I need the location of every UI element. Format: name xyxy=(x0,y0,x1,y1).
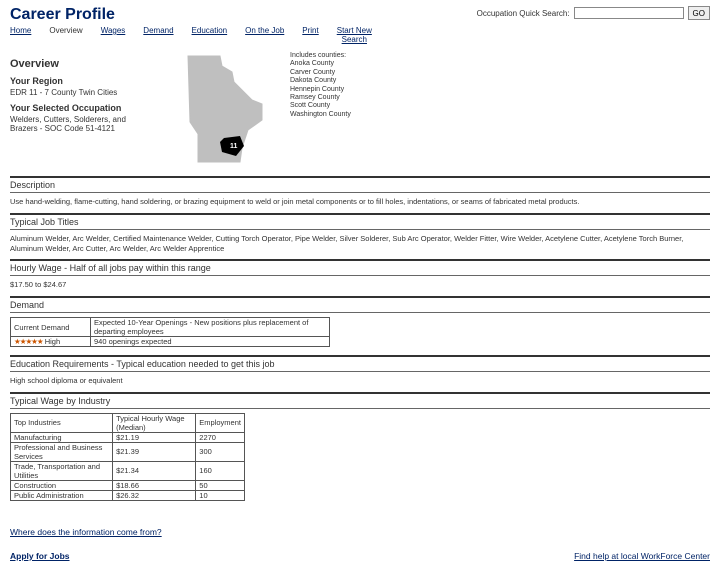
col-header: Typical Hourly Wage (Median) xyxy=(113,413,196,432)
overview-heading: Overview xyxy=(10,58,150,70)
col-header: Employment xyxy=(196,413,245,432)
county-item: Washington County xyxy=(290,111,351,119)
county-list: Includes counties: Anoka County Carver C… xyxy=(290,52,351,172)
wage-industry-heading: Typical Wage by Industry xyxy=(10,396,710,406)
demand-value: Expected 10-Year Openings - New position… xyxy=(91,318,330,337)
region-value: EDR 11 - 7 County Twin Cities xyxy=(10,88,150,97)
nav-on-the-job[interactable]: On the Job xyxy=(245,26,284,44)
demand-heading: Demand xyxy=(10,300,710,310)
description-text: Use hand-welding, flame-cutting, hand so… xyxy=(10,197,710,207)
county-item: Ramsey County xyxy=(290,94,351,102)
nav-demand[interactable]: Demand xyxy=(143,26,173,44)
table-row: Professional and Business Services$21.39… xyxy=(11,442,245,461)
find-help-link[interactable]: Find help at local WorkForce Center xyxy=(574,551,710,561)
hourly-wage-heading: Hourly Wage - Half of all jobs pay withi… xyxy=(10,263,710,273)
table-row: ★★★★★ High 940 openings expected xyxy=(11,337,330,347)
demand-openings: 940 openings expected xyxy=(91,337,330,347)
table-row: Current Demand Expected 10-Year Openings… xyxy=(11,318,330,337)
nav-start-new[interactable]: Start New Search xyxy=(337,26,372,44)
occupation-value: Welders, Cutters, Solderers, and Brazers… xyxy=(10,115,150,133)
state-map: 11 xyxy=(170,52,270,172)
region-label: Your Region xyxy=(10,76,150,86)
description-heading: Description xyxy=(10,180,710,190)
quick-search-input[interactable] xyxy=(574,7,684,19)
go-button[interactable]: GO xyxy=(688,6,710,20)
nav-education[interactable]: Education xyxy=(192,26,228,44)
demand-table: Current Demand Expected 10-Year Openings… xyxy=(10,317,330,347)
quick-search-label: Occupation Quick Search: xyxy=(477,9,570,18)
county-header: Includes counties: xyxy=(290,52,351,60)
table-row: Construction$18.6650 xyxy=(11,480,245,490)
page-title: Career Profile xyxy=(10,6,372,24)
table-header-row: Top Industries Typical Hourly Wage (Medi… xyxy=(11,413,245,432)
hourly-wage-text: $17.50 to $24.67 xyxy=(10,280,710,290)
titles-heading: Typical Job Titles xyxy=(10,217,710,227)
county-item: Anoka County xyxy=(290,60,351,68)
education-text: High school diploma or equivalent xyxy=(10,376,710,386)
main-nav: Home Overview Wages Demand Education On … xyxy=(10,26,372,44)
nav-print[interactable]: Print xyxy=(302,26,318,44)
nav-overview[interactable]: Overview xyxy=(49,26,82,44)
demand-rating: ★★★★★ High xyxy=(11,337,91,347)
star-icon: ★★★★★ xyxy=(14,337,43,346)
demand-label: Current Demand xyxy=(11,318,91,337)
svg-text:11: 11 xyxy=(230,143,238,150)
quick-search: Occupation Quick Search: GO xyxy=(477,6,710,20)
table-row: Public Administration$26.3210 xyxy=(11,490,245,500)
nav-wages[interactable]: Wages xyxy=(101,26,126,44)
titles-text: Aluminum Welder, Arc Welder, Certified M… xyxy=(10,234,710,254)
table-row: Trade, Transportation and Utilities$21.3… xyxy=(11,461,245,480)
county-item: Dakota County xyxy=(290,77,351,85)
wage-industry-table: Top Industries Typical Hourly Wage (Medi… xyxy=(10,413,245,501)
occupation-label: Your Selected Occupation xyxy=(10,103,150,113)
education-heading: Education Requirements - Typical educati… xyxy=(10,359,710,369)
minnesota-map-icon: 11 xyxy=(170,52,270,172)
county-item: Scott County xyxy=(290,102,351,110)
info-source-link[interactable]: Where does the information come from? xyxy=(10,527,162,537)
nav-home[interactable]: Home xyxy=(10,26,31,44)
apply-jobs-link[interactable]: Apply for Jobs xyxy=(10,551,70,561)
table-row: Manufacturing$21.192270 xyxy=(11,432,245,442)
col-header: Top Industries xyxy=(11,413,113,432)
county-item: Hennepin County xyxy=(290,86,351,94)
county-item: Carver County xyxy=(290,69,351,77)
